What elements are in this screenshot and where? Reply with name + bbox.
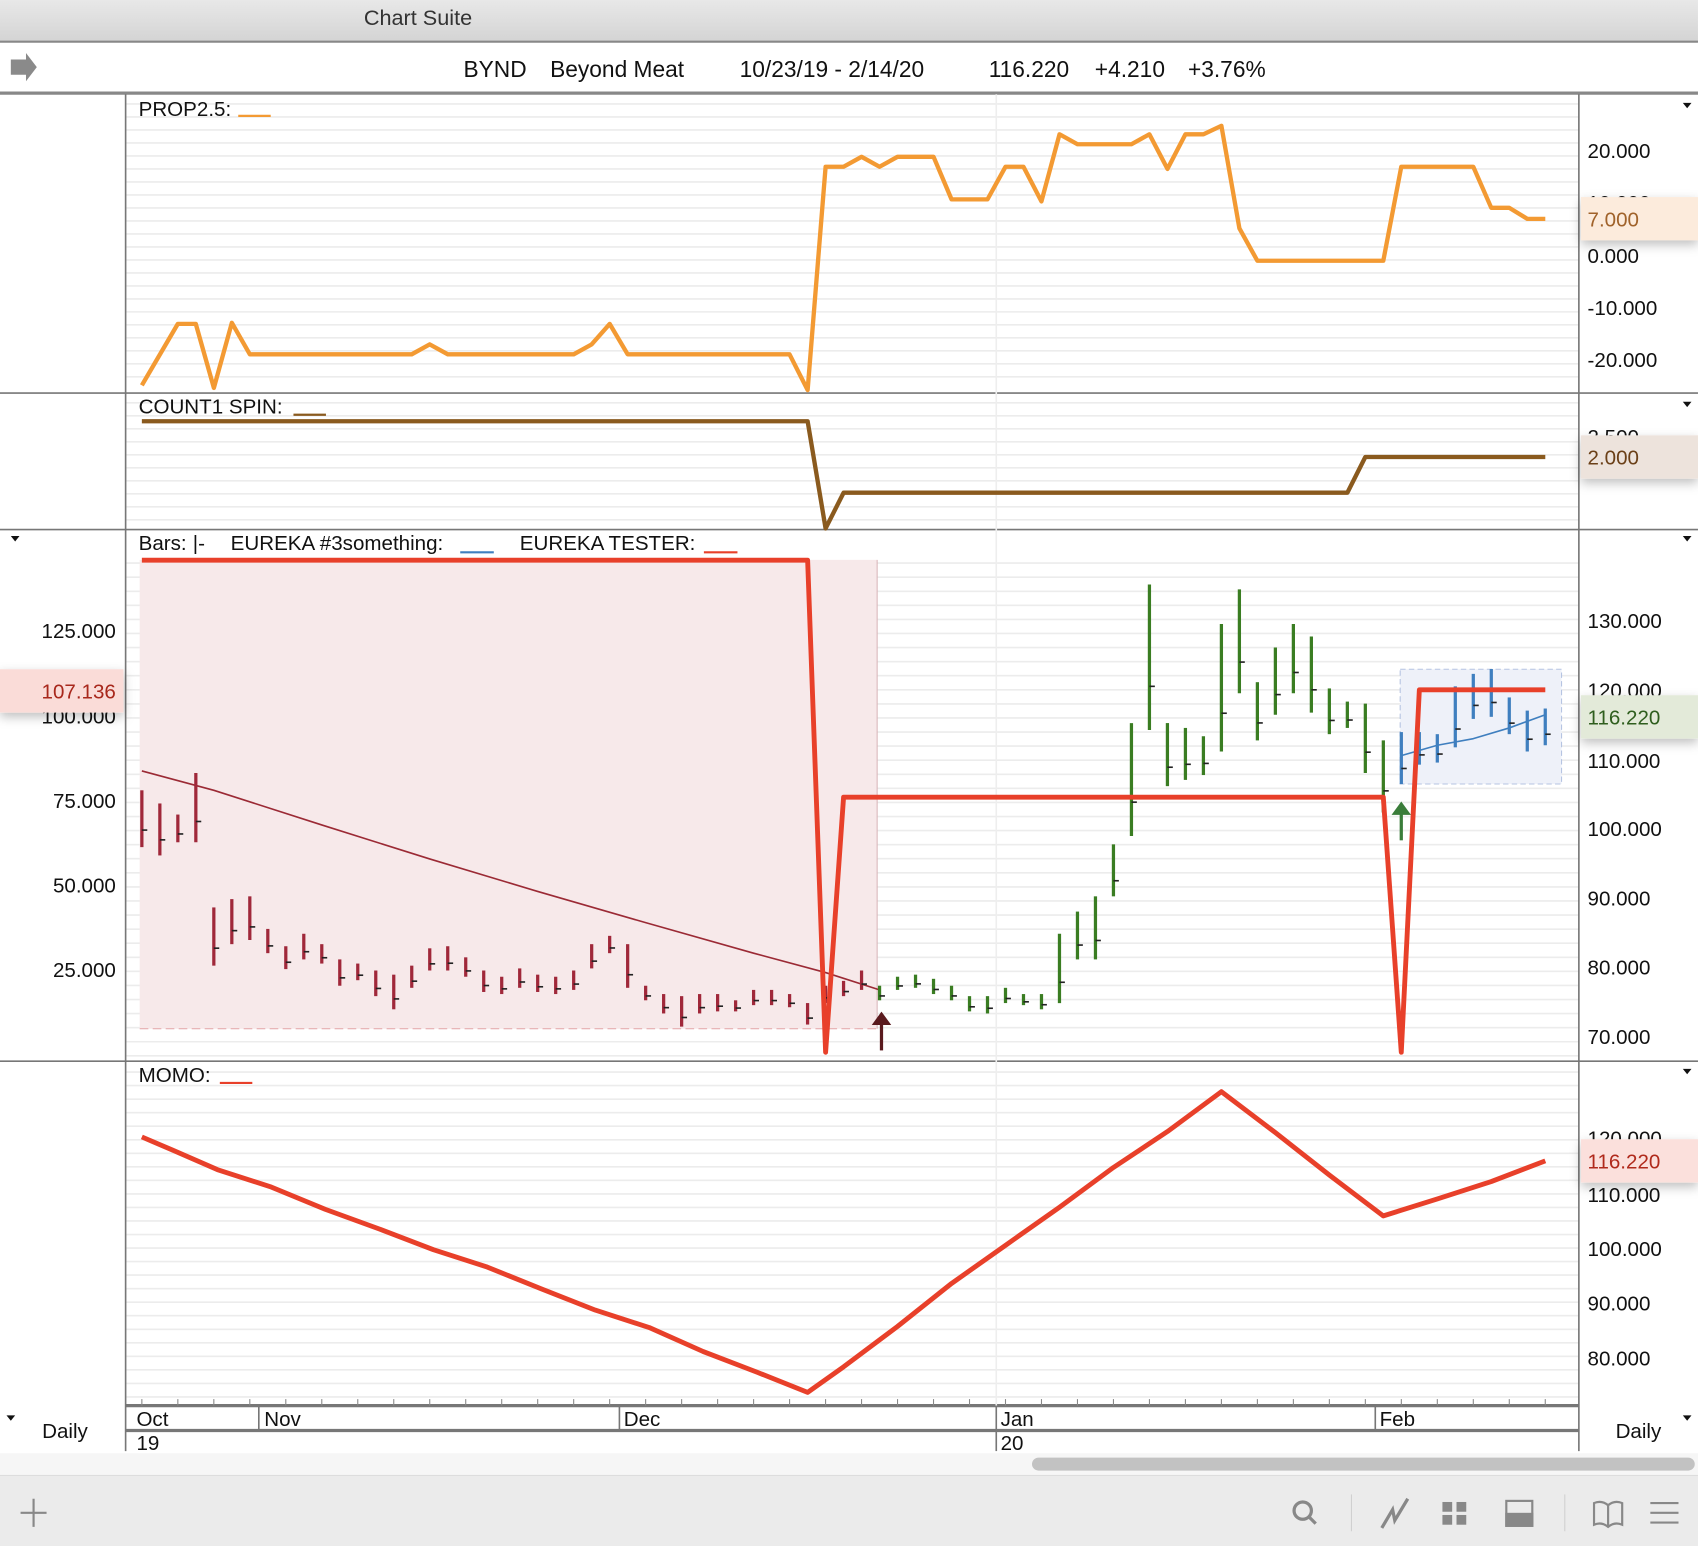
price-change-pct: +3.76% <box>1188 56 1266 82</box>
buy-arrow-icon <box>1391 801 1411 841</box>
axis-tick: 80.000 <box>1588 1348 1651 1371</box>
prop-current-value: 7.000 <box>1588 208 1639 231</box>
momo-current-value: 116.220 <box>1588 1150 1661 1173</box>
symbol: BYND <box>463 56 526 82</box>
axis-tick: 110.000 <box>1588 1184 1661 1207</box>
axis-tick: 50.000 <box>53 874 116 897</box>
last-price: 116.220 <box>989 56 1070 82</box>
axis-tick: 80.000 <box>1588 957 1651 980</box>
bars-symbol: |- <box>193 532 205 555</box>
month-label: Nov <box>264 1408 301 1431</box>
axis-tick: 75.000 <box>53 790 116 813</box>
axis-tick: 125.000 <box>42 620 116 643</box>
year-label: 20 <box>1001 1432 1024 1455</box>
price-change: +4.210 <box>1095 56 1165 82</box>
month-label: Oct <box>136 1408 168 1431</box>
bars-label: Bars: <box>139 532 187 555</box>
count-line <box>141 419 1546 531</box>
axis-tick: 25.000 <box>53 959 116 982</box>
month-label: Feb <box>1380 1408 1415 1431</box>
info-bar: BYND Beyond Meat 10/23/19 - 2/14/20 116.… <box>463 56 1265 82</box>
title-bar <box>0 0 1698 42</box>
axis-tick: 100.000 <box>1588 818 1662 841</box>
date-range: 10/23/19 - 2/14/20 <box>740 56 925 82</box>
count-current-value: 2.000 <box>1588 447 1639 470</box>
axis-tick: 100.000 <box>1588 1238 1662 1261</box>
company-name: Beyond Meat <box>550 56 685 82</box>
prop-pane-label: PROP2.5: <box>139 98 232 121</box>
period-selector-left[interactable]: Daily <box>42 1420 88 1443</box>
momo-line <box>140 1089 1547 1395</box>
eureka-current-value: 107.136 <box>42 680 116 703</box>
axis-tick: 0.000 <box>1588 245 1639 268</box>
year-label: 19 <box>136 1432 159 1455</box>
eureka-label: EUREKA #3something: <box>231 532 444 555</box>
signal-shaded-region <box>139 559 878 1029</box>
axis-tick: 90.000 <box>1588 1292 1651 1315</box>
horizontal-scrollbar[interactable] <box>1032 1457 1695 1471</box>
axis-tick: 20.000 <box>1588 140 1651 163</box>
month-label: Dec <box>624 1408 661 1431</box>
axis-tick: -20.000 <box>1588 349 1658 372</box>
axis-tick: 70.000 <box>1588 1026 1651 1049</box>
momo-pane-label: MOMO: <box>139 1064 211 1087</box>
axis-tick: -10.000 <box>1588 297 1658 320</box>
count-pane-label: COUNT1 SPIN: <box>139 396 283 419</box>
period-selector-right[interactable]: Daily <box>1616 1420 1662 1443</box>
axis-tick: 130.000 <box>1588 610 1662 633</box>
window-title: Chart Suite <box>364 5 472 30</box>
axis-tick: 110.000 <box>1588 750 1661 773</box>
price-current-value: 116.220 <box>1588 706 1661 729</box>
chart-canvas: Chart Suite BYND Beyond Meat 10/23/19 - … <box>0 0 1698 1546</box>
month-label: Jan <box>1001 1408 1034 1431</box>
axis-tick: 90.000 <box>1588 887 1651 910</box>
forward-arrow-icon[interactable] <box>10 53 37 82</box>
chart-suite-window: Chart Suite BYND Beyond Meat 10/23/19 - … <box>0 0 1698 1546</box>
selection-box[interactable] <box>1399 668 1563 785</box>
tester-label: EUREKA TESTER: <box>520 532 696 555</box>
